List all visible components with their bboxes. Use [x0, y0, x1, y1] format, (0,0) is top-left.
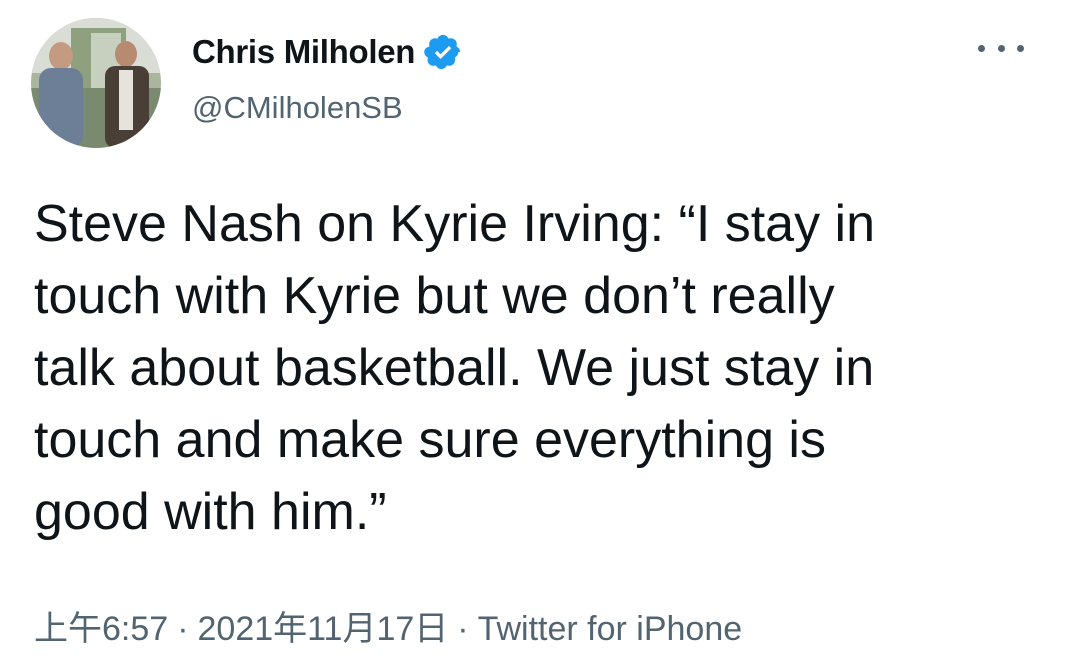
tweet-source[interactable]: Twitter for iPhone [478, 610, 743, 648]
tweet-text-line: Steve Nash on Kyrie Irving: “I stay in [34, 195, 876, 253]
name-row: Chris Milholen [192, 30, 463, 74]
tweet-text-line: touch and make sure everything is [34, 411, 826, 469]
tweet-text-line: good with him.” [34, 483, 387, 541]
meta-separator: · [177, 610, 189, 648]
tweet-text-line: talk about basketball. We just stay in [34, 339, 875, 397]
more-dot [978, 44, 985, 52]
tweet-text: Steve Nash on Kyrie Irving: “I stay in t… [34, 188, 1044, 548]
tweet-time[interactable]: 上午6:57 [34, 610, 168, 648]
avatar[interactable] [31, 18, 161, 148]
tweet-card: Chris Milholen @CMilholenSB Steve Nash o… [0, 0, 1069, 669]
meta-separator: · [457, 610, 469, 648]
more-dot [997, 44, 1005, 52]
author-handle[interactable]: @CMilholenSB [192, 90, 463, 126]
more-options-icon[interactable] [978, 36, 1024, 60]
tweet-date[interactable]: 2021年11月17日 [198, 610, 449, 648]
author-info[interactable]: Chris Milholen @CMilholenSB [192, 30, 463, 126]
verified-badge-icon [423, 32, 463, 72]
tweet-meta: 上午6:57 · 2021年11月17日 · Twitter for iPhone [34, 601, 742, 650]
more-dot [1017, 44, 1024, 52]
display-name[interactable]: Chris Milholen [192, 33, 415, 71]
avatar-photo [31, 18, 161, 148]
tweet-text-line: touch with Kyrie but we don’t really [34, 267, 835, 325]
